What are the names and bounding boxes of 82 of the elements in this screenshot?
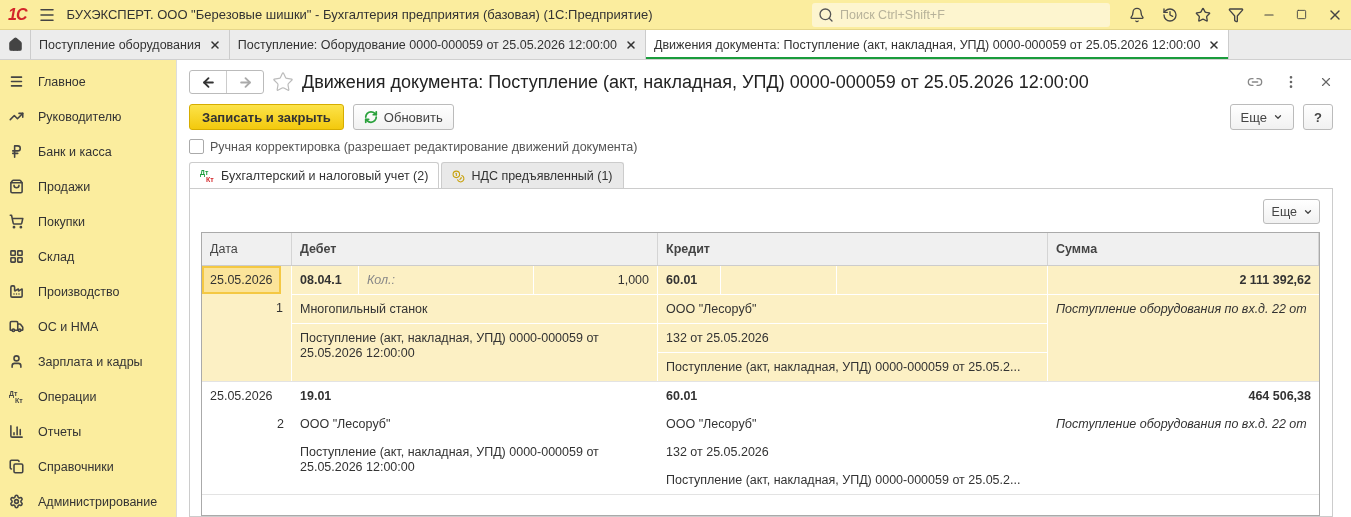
coins-icon (452, 169, 466, 183)
close-icon[interactable] (1208, 38, 1221, 51)
table-cell-text: 2 111 392,62 (1238, 272, 1312, 289)
bag-icon (9, 179, 24, 194)
more-button[interactable]: Еще (1262, 199, 1320, 224)
stack-icon (9, 459, 24, 474)
table-cell-text: Поступление оборудования по вх.д. 22 от (1055, 416, 1308, 433)
checkbox-label: Ручная корректировка (разрешает редактирование движений документа) (210, 139, 638, 154)
sidebar-item[interactable]: Покупки (0, 204, 176, 239)
table-cell-text: 08.04.1 (299, 272, 343, 289)
table-cell-text: 19.01 (299, 388, 333, 405)
tab[interactable]: НДС предъявленный (1) (441, 162, 624, 189)
table-cell-text: 464 506,38 (1247, 388, 1312, 405)
table-cell-text: Поступление (акт, накладная, УПД) 0000-000059 от 25.05.2... (665, 472, 1022, 489)
posting-row[interactable] (202, 266, 1319, 382)
search-field[interactable]: Поиск Ctrl+Shift+F (812, 2, 1110, 27)
logo: 1С (8, 5, 27, 24)
bell-icon[interactable] (1128, 6, 1145, 23)
grid-icon (9, 249, 24, 264)
table-cell-text: 1 (275, 300, 284, 317)
column-header[interactable]: Дебет (292, 233, 658, 265)
truck-icon (9, 319, 24, 334)
table-cell-text: ООО "Лесоруб" (665, 301, 758, 318)
cart-icon (9, 214, 24, 229)
table-cell-text: 60.01 (665, 388, 699, 405)
table-cell-text: ООО "Лесоруб" (299, 416, 392, 433)
home-icon[interactable] (7, 37, 23, 52)
restore-icon[interactable] (1296, 9, 1307, 20)
table-cell: 25.05.2026 (202, 266, 281, 294)
table-cell-text: 2 (276, 416, 285, 433)
form-title: Движения документа: Поступление (акт, накладная, УПД) 0000-000059 от 25.05.2026 12:00:00 (302, 71, 1090, 93)
search-input[interactable]: Поиск Ctrl+Shift+F (838, 6, 1104, 23)
sidebar-item[interactable]: Отчеты (0, 414, 176, 449)
document-tab[interactable]: Поступление оборудования (31, 30, 230, 59)
table-cell-text: 60.01 (665, 272, 699, 289)
history-icon[interactable] (1161, 6, 1178, 23)
table-cell-text: Поступление оборудования по вх.д. 22 от (1055, 301, 1308, 318)
close-icon[interactable] (1319, 75, 1333, 89)
help-button[interactable]: ? (1303, 104, 1333, 130)
star-icon[interactable] (1194, 6, 1211, 23)
save-and-close-button[interactable]: Записать и закрыть (189, 104, 344, 130)
window-title: БУХЭКСПЕРТ. ООО "Березовые шишки" - Бухгалтерия предприятия (базовая) (1С:Предприятие) (66, 7, 654, 22)
sidebar-item[interactable]: Склад (0, 239, 176, 274)
settings-icon (9, 494, 24, 509)
refresh-icon (363, 110, 378, 124)
column-header[interactable]: Сумма (1048, 233, 1319, 265)
ruble-icon (9, 144, 24, 159)
table-cell-text: ООО "Лесоруб" (665, 416, 758, 433)
table-cell-text: Поступление (акт, накладная, УПД) 0000-000059 от 25.05.2... (665, 359, 1022, 376)
sidebar-item[interactable]: Руководителю (0, 99, 176, 134)
column-header[interactable]: Дата (202, 233, 292, 265)
person-icon (9, 354, 24, 369)
sidebar-item[interactable]: ОС и НМА (0, 309, 176, 344)
table-cell-text: 132 от 25.05.2026 (665, 444, 770, 461)
close-icon[interactable] (625, 38, 637, 51)
filter-icon[interactable] (1227, 6, 1244, 23)
more-button[interactable]: Еще (1229, 104, 1295, 130)
menu-icon (9, 74, 24, 89)
table-cell-text: 132 от 25.05.2026 (665, 330, 770, 347)
bar-chart-icon (9, 424, 24, 439)
sidebar-item[interactable]: Справочники (0, 449, 176, 484)
column-header[interactable]: Кредит (658, 233, 1048, 265)
search-icon (818, 6, 834, 23)
sidebar-item[interactable]: Главное (0, 64, 176, 99)
sidebar-item[interactable]: Продажи (0, 169, 176, 204)
table-cell-text: Поступление (акт, накладная, УПД) 0000-000059 от 25.05.2026 12:00:00 (299, 330, 600, 362)
table-cell-text: 25.05.2026 (209, 388, 274, 405)
table-cell-text: 1,000 (616, 272, 650, 289)
factory-icon (9, 284, 24, 299)
table-cell-text: Кол.: (366, 272, 397, 289)
refresh-button[interactable]: Обновить (352, 104, 454, 130)
table-cell-text: Многопильный станок (299, 301, 429, 318)
star-icon[interactable] (272, 71, 294, 93)
table-cell-text: Поступление (акт, накладная, УПД) 0000-000059 от 25.05.2026 12:00:00 (299, 444, 600, 476)
sidebar-item[interactable]: Банк и касса (0, 134, 176, 169)
sidebar-item[interactable]: Зарплата и кадры (0, 344, 176, 379)
close-icon[interactable] (208, 38, 221, 51)
caret-icon (1273, 112, 1284, 122)
sidebar-item[interactable]: Администрирование (0, 484, 176, 517)
sidebar-item[interactable]: Производство (0, 274, 176, 309)
document-tab[interactable]: Движения документа: Поступление (акт, накладная, УПД) 0000-000059 от 25.05.2026 12:00:00 (646, 30, 1230, 59)
checkbox[interactable] (189, 139, 204, 154)
